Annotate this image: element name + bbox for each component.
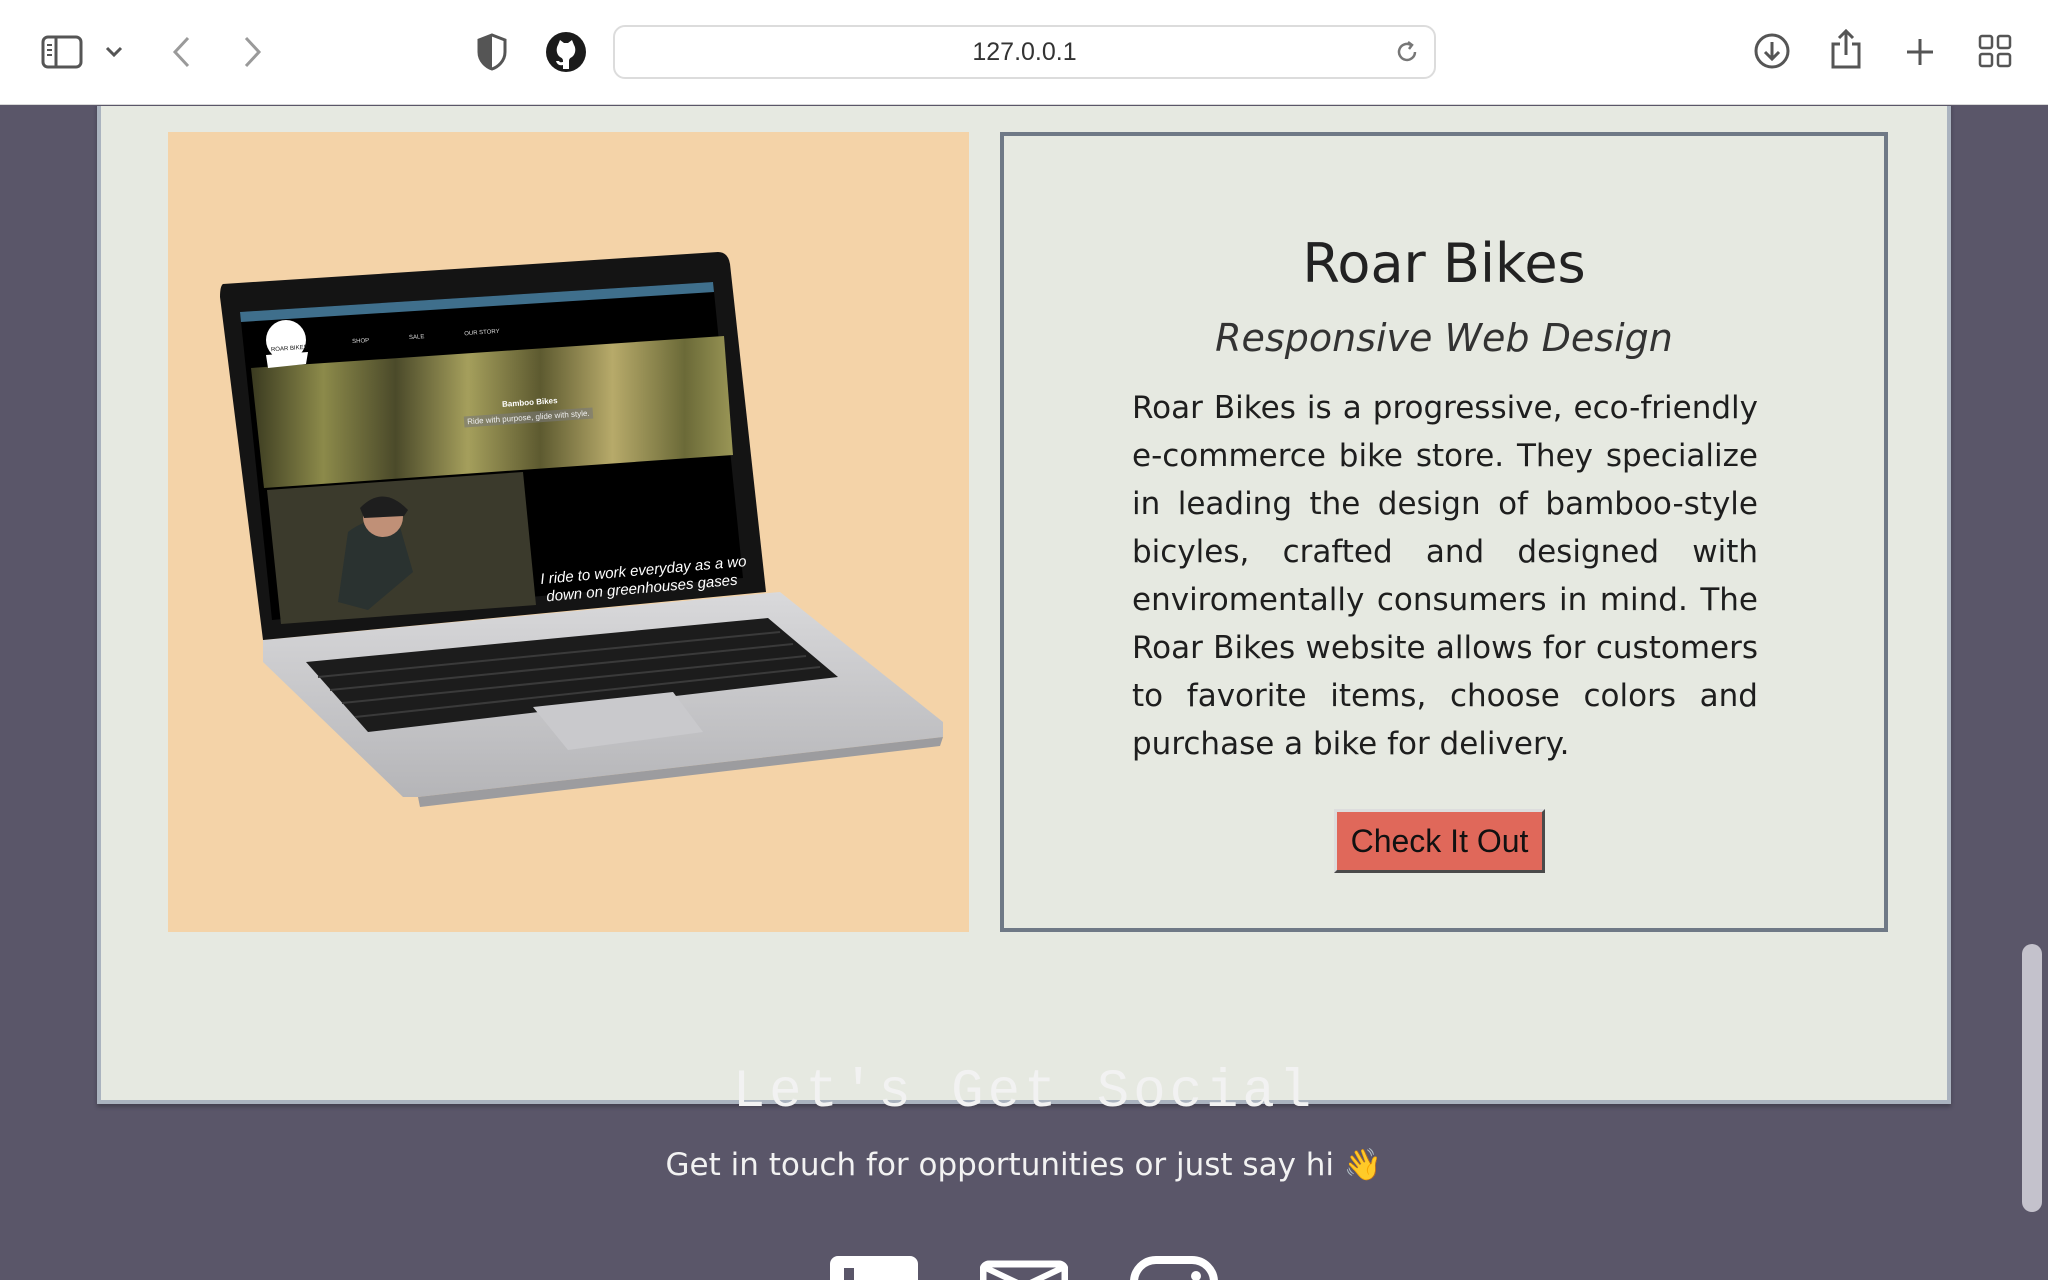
social-subheading: Get in touch for opportunities or just s… bbox=[665, 1147, 1383, 1183]
github-icon[interactable] bbox=[544, 30, 588, 74]
page-viewport: ROAR BIKES SHOP SALE OUR STORY Bamboo Bi… bbox=[0, 106, 2018, 1280]
linkedin-icon[interactable] bbox=[830, 1256, 918, 1280]
email-icon[interactable] bbox=[979, 1256, 1069, 1280]
sidebar-icon[interactable] bbox=[38, 32, 86, 72]
shield-icon[interactable] bbox=[474, 32, 510, 72]
project-subtitle: Responsive Web Design bbox=[1215, 316, 1673, 360]
download-icon[interactable] bbox=[1752, 30, 1792, 72]
scrollbar-thumb[interactable] bbox=[2022, 944, 2042, 1212]
chevron-down-icon[interactable] bbox=[102, 40, 126, 64]
project-description: Roar Bikes is a progressive, eco-friendl… bbox=[1132, 390, 1758, 762]
social-icons bbox=[0, 1256, 2018, 1280]
laptop-mockup-illustration bbox=[220, 252, 943, 807]
instagram-icon[interactable] bbox=[1130, 1256, 1218, 1280]
check-it-out-button[interactable]: Check It Out bbox=[1334, 809, 1545, 873]
url-text: 127.0.0.1 bbox=[972, 37, 1077, 66]
forward-arrow-icon[interactable] bbox=[238, 30, 268, 74]
reload-icon[interactable] bbox=[1394, 39, 1420, 70]
share-icon[interactable] bbox=[1826, 26, 1866, 72]
screen-nav-item: SALE bbox=[408, 334, 425, 342]
social-heading: Let's Get Social bbox=[732, 1062, 1316, 1123]
project-info-panel: Roar Bikes Responsive Web Design Roar Bi… bbox=[1000, 132, 1888, 932]
browser-toolbar: 127.0.0.1 bbox=[0, 0, 2048, 105]
address-bar[interactable]: 127.0.0.1 bbox=[613, 25, 1436, 79]
back-arrow-icon[interactable] bbox=[166, 30, 196, 74]
project-image: ROAR BIKES SHOP SALE OUR STORY Bamboo Bi… bbox=[168, 132, 969, 932]
plus-icon[interactable] bbox=[1902, 34, 1938, 70]
screen-nav-item: SHOP bbox=[351, 337, 370, 346]
project-card: ROAR BIKES SHOP SALE OUR STORY Bamboo Bi… bbox=[97, 106, 1951, 1104]
project-title: Roar Bikes bbox=[1302, 232, 1586, 295]
grid-icon[interactable] bbox=[1976, 32, 2014, 70]
